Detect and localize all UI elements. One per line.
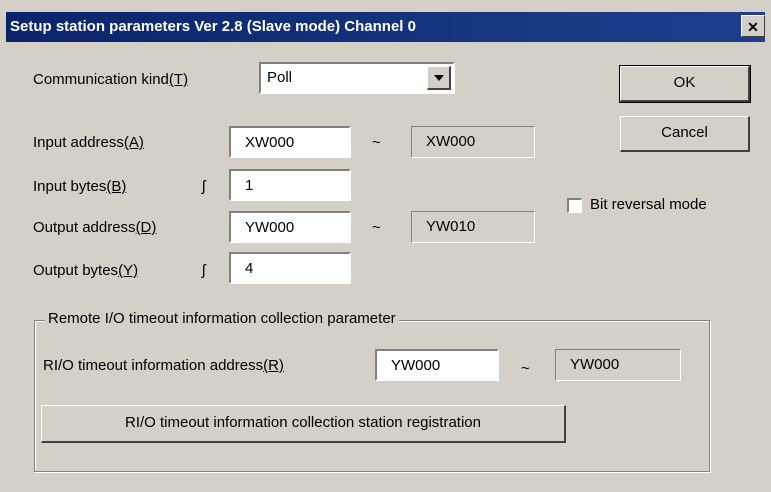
- output-address-end-field: YW010: [411, 211, 535, 243]
- input-bytes-field[interactable]: 1: [229, 169, 351, 201]
- input-address-label: Input address(A): [33, 134, 144, 151]
- rio-timeout-address-label: RI/O timeout information address(R): [43, 357, 284, 374]
- rio-timeout-address-start-field[interactable]: YW000: [375, 349, 499, 381]
- ok-button[interactable]: OK: [619, 65, 751, 103]
- output-bytes-field[interactable]: 4: [229, 252, 351, 284]
- bit-reversal-label[interactable]: Bit reversal mode: [590, 196, 707, 213]
- output-address-label: Output address(D): [33, 219, 157, 236]
- rio-registration-button[interactable]: RI/O timeout information collection stat…: [41, 405, 566, 443]
- cancel-button[interactable]: Cancel: [620, 116, 750, 152]
- input-address-start-field[interactable]: XW000: [229, 126, 351, 158]
- communication-kind-label: Communication kind(T): [33, 71, 189, 88]
- close-button[interactable]: ✕: [741, 15, 765, 37]
- rio-timeout-address-end-field: YW000: [555, 349, 681, 381]
- communication-kind-value: Poll: [267, 69, 293, 86]
- input-bytes-label: Input bytes(B): [33, 178, 127, 195]
- setup-station-dialog: Setup station parameters Ver 2.8 (Slave …: [0, 0, 771, 492]
- bit-reversal-checkbox[interactable]: [567, 198, 582, 213]
- input-address-end-field: XW000: [411, 126, 535, 158]
- rio-timeout-tilde: ~: [521, 360, 530, 377]
- dialog-title: Setup station parameters Ver 2.8 (Slave …: [10, 18, 416, 35]
- chevron-down-icon[interactable]: [427, 66, 451, 90]
- output-bytes-label: Output bytes(Y): [33, 262, 139, 279]
- remote-io-timeout-group: Remote I/O timeout information collectio…: [34, 310, 710, 472]
- title-bar[interactable]: Setup station parameters Ver 2.8 (Slave …: [6, 12, 765, 42]
- close-icon: ✕: [747, 19, 759, 35]
- output-address-start-field[interactable]: YW000: [229, 211, 351, 243]
- input-bytes-spin-icon: ʃ: [202, 178, 206, 195]
- input-address-tilde: ~: [372, 134, 381, 151]
- output-address-tilde: ~: [372, 219, 381, 236]
- remote-io-group-legend: Remote I/O timeout information collectio…: [45, 310, 399, 327]
- communication-kind-select[interactable]: Poll: [259, 62, 455, 94]
- output-bytes-spin-icon: ʃ: [202, 262, 206, 279]
